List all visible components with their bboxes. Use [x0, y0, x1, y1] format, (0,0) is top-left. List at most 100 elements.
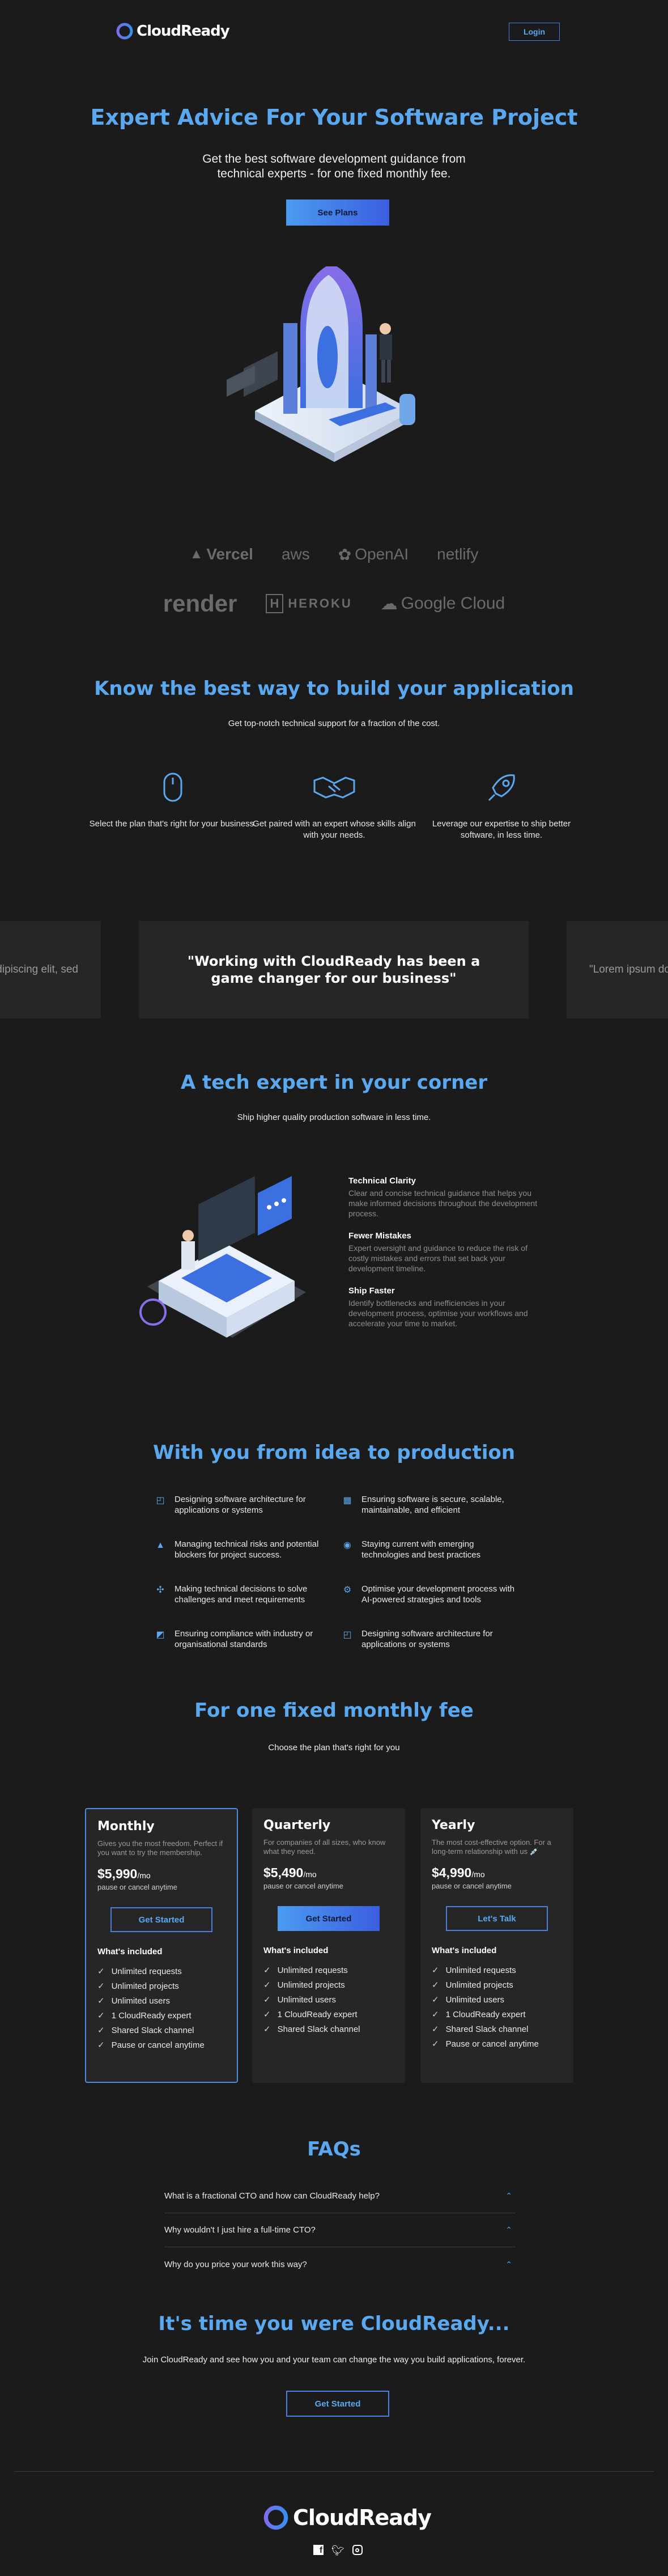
rocket-illustration [227, 266, 415, 462]
openai-icon: ✿ [338, 545, 352, 563]
list-item: ✓ 1 CloudReady expert [97, 2009, 225, 2023]
get-started-button[interactable]: Get Started [278, 1906, 380, 1931]
feature-title: Technical Clarity [348, 1176, 416, 1186]
aws-logo: aws [281, 545, 310, 563]
list-item: ✓ Shared Slack channel [97, 2023, 225, 2038]
header: CloudReady Login [0, 0, 668, 62]
plan-price: $4,990/mo [432, 1865, 485, 1880]
layout-icon: ◰ [343, 1629, 352, 1640]
testimonial-card-left: dipiscing elit, sed [0, 921, 101, 1018]
final-get-started-button[interactable]: Get Started [286, 2391, 389, 2417]
check-icon: ✓ [263, 2010, 271, 2019]
included-label: What's included [97, 1947, 163, 1957]
plan-note: pause or cancel anytime [97, 1883, 177, 1891]
plan-card-monthly[interactable]: Monthly Gives you the most freedom. Perf… [85, 1808, 238, 2083]
feature-desc: Clear and concise technical guidance tha… [348, 1189, 538, 1218]
testimonial-main-text: "Working with CloudReady has been a game… [187, 953, 480, 986]
mouse-icon [163, 773, 182, 802]
render-logo: render [163, 590, 237, 617]
see-plans-button[interactable]: See Plans [286, 200, 389, 226]
cloudready-logo-icon [263, 2505, 288, 2530]
brand-logo[interactable]: CloudReady [116, 23, 230, 40]
check-icon: ✓ [432, 1995, 439, 2005]
crosshair-icon: ✣ [156, 1585, 164, 1595]
footer-divider [14, 2471, 654, 2472]
facebook-icon[interactable]: f [313, 2545, 324, 2555]
list-item: ✓ Unlimited users [263, 1993, 394, 2008]
step-text-1: Select the plan that's right for your bu… [89, 819, 257, 829]
plan-name: Yearly [432, 1818, 475, 1832]
faq-question: Why wouldn't I just hire a full-time CTO… [164, 2225, 316, 2235]
shield-icon: ▦ [343, 1495, 352, 1505]
plan-features: ✓ Unlimited requests ✓ Unlimited projects … [97, 1964, 225, 2053]
layout-icon: ◰ [156, 1495, 165, 1505]
pricing-title: For one fixed monthly fee [194, 1699, 474, 1722]
faq-item[interactable]: Why do you price your work this way? ⌃ [164, 2247, 516, 2281]
check-icon: ✓ [97, 1981, 105, 1991]
plan-note: pause or cancel anytime [432, 1882, 512, 1890]
service-item: ✣ Making technical decisions to solve cha… [154, 1584, 335, 1605]
partner-logos-row2: render H HEROKU ☁ Google Cloud [0, 590, 668, 617]
check-icon: ✓ [432, 2025, 439, 2034]
chevron-up-icon: ⌃ [505, 2191, 512, 2200]
plan-card-yearly[interactable]: Yearly The most cost-effective option. F… [420, 1808, 573, 2083]
services-grid: ◰ Designing software architecture for app… [154, 1494, 528, 1650]
footer-logo[interactable]: CloudReady [263, 2505, 432, 2530]
brand-name: CloudReady [137, 23, 230, 40]
how-subtitle: Get top-notch technical support for a fr… [228, 719, 440, 728]
feature-desc: Expert oversight and guidance to reduce … [348, 1244, 527, 1273]
list-item: ✓ Shared Slack channel [263, 2022, 394, 2037]
twitter-icon[interactable]: 🐦︎ [331, 2545, 344, 2557]
list-item: ✓ Unlimited requests [97, 1964, 225, 1979]
service-item: ▲ Managing technical risks and potential … [154, 1539, 335, 1560]
feature-technical-clarity: Technical Clarity Clear and concise tech… [348, 1176, 541, 1219]
feature-ship-faster: Ship Faster Identify bottlenecks and ine… [348, 1286, 541, 1329]
list-item: ✓ 1 CloudReady expert [432, 2008, 562, 2022]
faq-item[interactable]: Why wouldn't I just hire a full-time CTO… [164, 2213, 516, 2247]
radar-icon: ◉ [343, 1540, 351, 1550]
list-item: ✓ Unlimited projects [432, 1978, 562, 1993]
service-item: ◩ Ensuring compliance with industry or or… [154, 1628, 335, 1650]
hero-title: Expert Advice For Your Software Project [90, 105, 578, 130]
gear-icon: ⚙ [343, 1585, 352, 1595]
faqs-title: FAQs [307, 2138, 361, 2161]
service-item: ▦ Ensuring software is secure, scalable, … [341, 1494, 522, 1516]
expert-subtitle: Ship higher quality production software … [237, 1113, 431, 1122]
faq-item[interactable]: What is a fractional CTO and how can Clo… [164, 2179, 516, 2213]
pricing-subtitle: Choose the plan that's right for you [268, 1743, 400, 1752]
check-icon: ✓ [263, 2025, 271, 2034]
plan-price: $5,990/mo [97, 1866, 151, 1881]
services-title: With you from idea to production [152, 1441, 516, 1464]
google-cloud-logo: ☁ Google Cloud [380, 594, 505, 613]
check-icon: ✓ [97, 1967, 105, 1976]
login-button[interactable]: Login [509, 23, 560, 41]
instagram-icon[interactable] [352, 2545, 363, 2555]
list-item: ✓ Unlimited users [97, 1994, 225, 2009]
faq-question: Why do you price your work this way? [164, 2259, 307, 2269]
included-label: What's included [263, 1946, 329, 1955]
step-rocket [416, 771, 586, 808]
get-started-button[interactable]: Get Started [110, 1907, 212, 1932]
lets-talk-button[interactable]: Let's Talk [446, 1906, 548, 1931]
service-item: ◉ Staying current with emerging technolog… [341, 1539, 522, 1560]
faq-question: What is a fractional CTO and how can Clo… [164, 2191, 380, 2201]
check-icon: ✓ [263, 1966, 271, 1975]
feature-title: Ship Faster [348, 1286, 395, 1296]
list-item: ✓ Unlimited projects [263, 1978, 394, 1993]
feature-title: Fewer Mistakes [348, 1231, 411, 1241]
plan-card-quarterly[interactable]: Quarterly For companies of all sizes, wh… [252, 1808, 405, 2083]
included-label: What's included [432, 1946, 497, 1955]
final-cta-subtitle: Join CloudReady and see how you and your… [142, 2355, 526, 2365]
how-title: Know the best way to build your applicat… [94, 677, 574, 700]
check-icon: ✓ [97, 1996, 105, 2006]
plan-name: Monthly [97, 1819, 155, 1834]
check-icon: ✓ [263, 1995, 271, 2005]
feature-desc: Identify bottlenecks and inefficiencies … [348, 1298, 528, 1328]
plan-features: ✓ Unlimited requests ✓ Unlimited projects … [432, 1963, 562, 2052]
cloudready-logo-icon [116, 23, 133, 40]
list-item: ✓ Pause or cancel anytime [97, 2038, 225, 2053]
footer-brand-name: CloudReady [293, 2505, 432, 2530]
testimonial-right-text: "Lorem ipsum do [589, 964, 668, 975]
step-mouse [88, 771, 258, 808]
list-item: ✓ Shared Slack channel [432, 2022, 562, 2037]
